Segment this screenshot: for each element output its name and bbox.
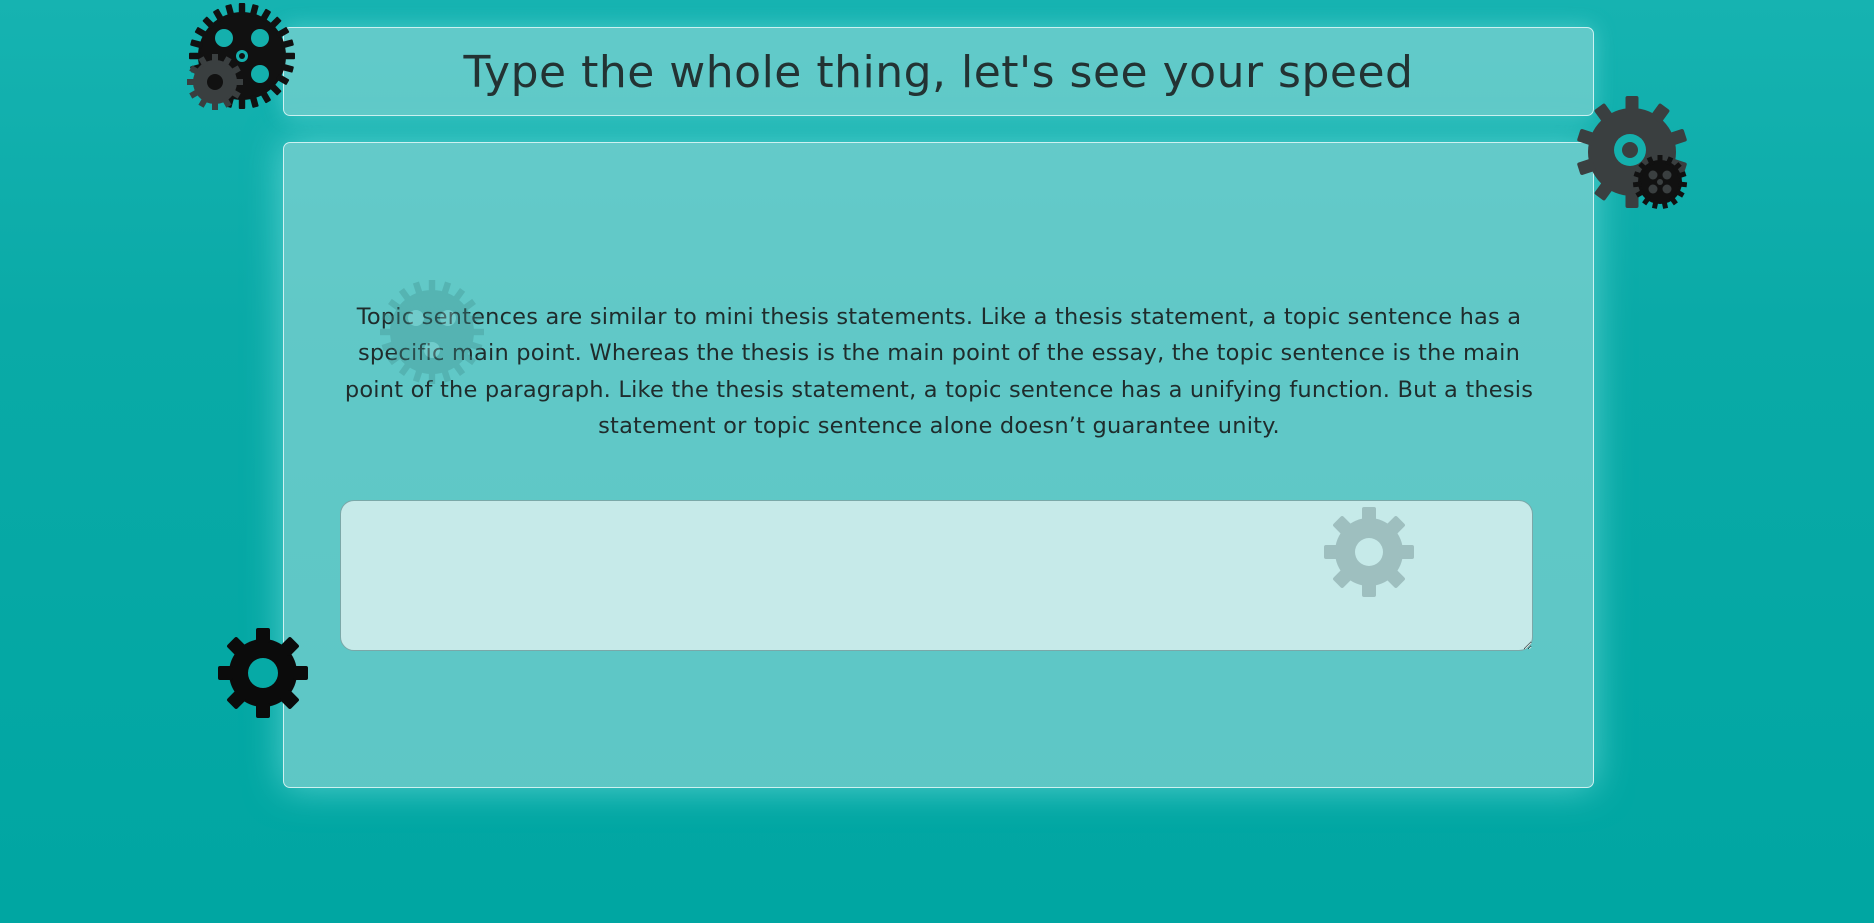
gear-icon-top-left	[187, 3, 295, 110]
header-panel: Type the whole thing, let's see your spe…	[283, 27, 1594, 116]
typing-input[interactable]	[340, 500, 1533, 651]
gear-icon-large-black	[189, 3, 295, 109]
typing-speed-page: { "header": { "title": "Type the whole t…	[0, 0, 1874, 923]
typing-passage: Topic sentences are similar to mini thes…	[344, 304, 1534, 439]
page-title: Type the whole thing, let's see your spe…	[463, 47, 1414, 98]
main-panel: Topic sentences are similar to mini thes…	[283, 142, 1594, 788]
